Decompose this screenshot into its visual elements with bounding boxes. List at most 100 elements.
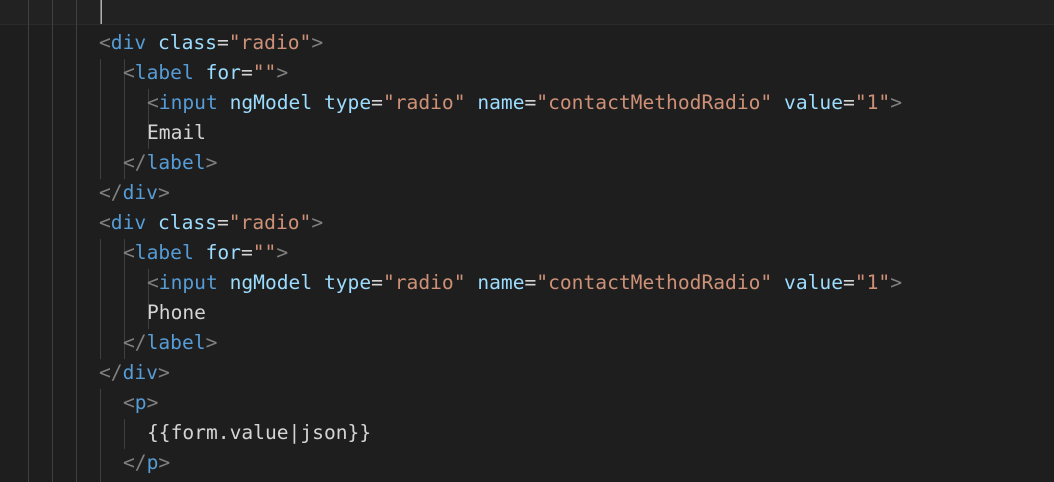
code-token: "contactMethodRadio" <box>536 91 773 114</box>
indent-guide-active <box>100 0 101 24</box>
code-token: > <box>311 31 324 54</box>
code-token: name <box>477 91 525 114</box>
code-token: p <box>146 451 159 474</box>
code-token: p <box>134 391 147 414</box>
code-token: > <box>205 331 218 354</box>
code-token: = <box>240 61 253 84</box>
code-line[interactable]: </div> <box>99 358 170 388</box>
code-token: value <box>784 271 844 294</box>
code-line[interactable]: <input ngModel type="radio" name="contac… <box>147 88 902 118</box>
code-line[interactable]: <label for=""> <box>123 58 288 88</box>
code-token: "" <box>252 61 277 84</box>
code-token: </ <box>99 361 123 384</box>
code-token: > <box>157 361 170 384</box>
code-line[interactable]: <p> <box>123 388 158 418</box>
code-token: "radio" <box>228 211 312 234</box>
code-token: type <box>323 271 372 294</box>
code-token: label <box>146 331 206 354</box>
code-token: </ <box>99 181 123 204</box>
code-token: Phone <box>147 301 206 324</box>
code-token: < <box>147 271 159 294</box>
code-token: value <box>784 91 844 114</box>
code-token: > <box>276 61 289 84</box>
code-token: input <box>158 271 218 294</box>
code-token: < <box>99 31 111 54</box>
code-token: = <box>524 271 537 294</box>
code-token: > <box>157 181 170 204</box>
code-line[interactable]: </div> <box>99 178 170 208</box>
code-token: </ <box>123 451 147 474</box>
code-token: = <box>240 241 253 264</box>
code-token: ngModel <box>229 91 313 114</box>
code-token: < <box>99 211 111 234</box>
code-line[interactable]: <div class="radio"> <box>99 208 323 238</box>
code-token: = <box>371 91 383 114</box>
code-token: Email <box>147 121 206 144</box>
code-token: "1" <box>854 271 891 294</box>
code-token: "radio" <box>228 31 312 54</box>
current-line-highlight <box>0 0 1054 25</box>
code-token: = <box>216 211 229 234</box>
code-line[interactable]: </p> <box>123 448 170 478</box>
indent-guide <box>100 239 101 359</box>
code-token: < <box>123 391 135 414</box>
code-token: type <box>323 91 372 114</box>
code-token: label <box>134 241 194 264</box>
code-token: "1" <box>854 91 891 114</box>
code-token: > <box>146 391 159 414</box>
code-line[interactable]: {{form.value|json}} <box>147 418 371 448</box>
code-token: ngModel <box>229 271 313 294</box>
code-editor[interactable]: <div class="radio"> <label for=""> <inpu… <box>0 0 1054 482</box>
code-line[interactable]: <input ngModel type="radio" name="contac… <box>147 268 902 298</box>
code-token: label <box>146 151 206 174</box>
code-token: > <box>890 91 902 114</box>
code-token: div <box>110 31 147 54</box>
code-token: "radio" <box>382 271 466 294</box>
code-token: label <box>134 61 194 84</box>
code-token: div <box>122 361 158 384</box>
code-line[interactable]: </label> <box>123 148 217 178</box>
code-token: input <box>158 91 218 114</box>
code-token: > <box>276 241 289 264</box>
code-line[interactable]: </label> <box>123 328 217 358</box>
code-token: > <box>311 211 324 234</box>
code-token: = <box>843 91 855 114</box>
code-token: </ <box>123 331 147 354</box>
indent-guide <box>28 0 29 482</box>
code-token: class <box>157 31 217 54</box>
indent-guide <box>76 0 77 482</box>
code-token: "contactMethodRadio" <box>536 271 773 294</box>
code-token: for <box>205 241 241 264</box>
code-line[interactable]: Phone <box>147 298 206 328</box>
code-token: div <box>122 181 158 204</box>
indent-guide <box>124 419 125 449</box>
code-token: = <box>216 31 229 54</box>
code-token: > <box>205 151 218 174</box>
indent-guide <box>100 59 101 179</box>
code-token: > <box>158 451 171 474</box>
code-token: "" <box>252 241 277 264</box>
code-line[interactable]: Email <box>147 118 206 148</box>
code-token: < <box>147 91 159 114</box>
code-token: div <box>110 211 147 234</box>
code-line[interactable]: <div class="radio"> <box>99 28 323 58</box>
code-token: > <box>890 271 902 294</box>
code-token: < <box>123 241 135 264</box>
code-token: = <box>524 91 537 114</box>
indent-guide <box>100 389 101 482</box>
code-token: {{form.value|json}} <box>147 421 372 444</box>
code-line[interactable]: <label for=""> <box>123 238 288 268</box>
code-token: < <box>123 61 135 84</box>
code-token: for <box>205 61 241 84</box>
